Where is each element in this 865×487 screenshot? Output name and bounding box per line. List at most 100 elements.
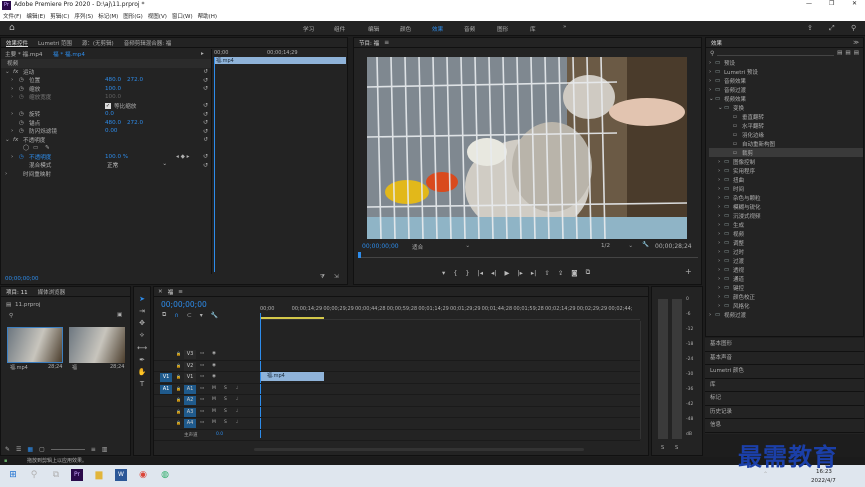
panel-markers[interactable]: 标记 xyxy=(705,392,864,406)
file-explorer-icon[interactable]: ▆ xyxy=(93,469,105,481)
lock-icon[interactable]: 🔒 xyxy=(176,374,181,382)
clock-date[interactable]: 2022/4/7 xyxy=(811,478,836,484)
reset-icon[interactable]: ↺ xyxy=(203,128,208,135)
track-name[interactable]: A4 xyxy=(184,419,196,428)
type-tool-icon[interactable]: T xyxy=(134,380,150,388)
microphone-icon[interactable]: ♩ xyxy=(236,386,238,394)
eye-icon[interactable]: ◉ xyxy=(212,351,216,359)
effects-tree-item[interactable]: › ▭ 视频过渡 xyxy=(709,310,863,319)
stopwatch-icon[interactable]: ◷ xyxy=(19,154,24,160)
premiere-taskbar-icon[interactable]: Pr xyxy=(71,469,83,481)
solo-button[interactable]: S xyxy=(224,386,227,394)
mini-playhead[interactable] xyxy=(214,57,215,272)
hand-tool-icon[interactable]: ✋ xyxy=(134,368,150,376)
ec-timecode[interactable]: 00;00;00;00 xyxy=(5,276,39,282)
panel-lumetri-color[interactable]: Lumetri 颜色 xyxy=(705,365,864,379)
master-track[interactable]: 主声道 0.0 xyxy=(154,430,640,441)
effects-tree-item[interactable]: › ▭ 沉浸式视频 xyxy=(709,211,863,220)
chrome-icon[interactable]: ◉ xyxy=(137,469,149,481)
param-value[interactable]: 272.0 xyxy=(127,120,143,126)
effects-tree-item[interactable]: ⌄ ▭ 变换 xyxy=(709,103,863,112)
reset-icon[interactable]: ↺ xyxy=(203,69,208,75)
effects-tree-item[interactable]: › ▭ 风格化 xyxy=(709,301,863,310)
workspace-effects[interactable]: 效果 xyxy=(432,25,443,33)
pen-mask-icon[interactable]: ✎ xyxy=(45,145,50,151)
reset-icon[interactable]: ↺ xyxy=(203,77,208,84)
microphone-icon[interactable]: ♩ xyxy=(236,397,238,405)
timeline-hscroll[interactable] xyxy=(254,448,584,451)
zoom-slider[interactable] xyxy=(50,449,85,450)
audio-track[interactable]: 🔒▤A4▭MS♩ xyxy=(154,418,640,430)
effects-tree-item[interactable]: ▫ 羽化边缘 xyxy=(709,130,863,139)
reset-icon[interactable]: ↺ xyxy=(203,85,208,92)
effects-tree-item[interactable]: › ▭ 音频效果 xyxy=(709,76,863,85)
program-video-frame[interactable] xyxy=(367,57,687,239)
step-back-icon[interactable]: ◂| xyxy=(491,269,496,277)
32bit-effects-icon[interactable]: ▤ xyxy=(845,50,850,56)
search-icon[interactable]: ⚲ xyxy=(851,24,856,32)
close-icon[interactable]: ✕ xyxy=(154,289,163,295)
mute-button[interactable]: M xyxy=(212,386,216,394)
microphone-icon[interactable]: ♩ xyxy=(236,420,238,428)
lock-icon[interactable]: 🔒 xyxy=(176,386,181,394)
effects-tree-item[interactable]: › ▭ 视频 xyxy=(709,229,863,238)
project-item[interactable] xyxy=(7,327,63,363)
search-icon[interactable]: ⚲ xyxy=(9,313,13,319)
workspace-color[interactable]: 颜色 xyxy=(400,25,411,33)
program-timecode[interactable]: 00;00;00;00 xyxy=(362,243,399,250)
filter-icon[interactable]: ⧩ xyxy=(320,274,325,281)
audio-track[interactable]: 🔒▤A2▭MS♩ xyxy=(154,395,640,407)
ripple-edit-tool-icon[interactable]: ✥ xyxy=(134,319,150,327)
effects-tree-item[interactable]: › ▭ 透视 xyxy=(709,265,863,274)
effects-tree-item[interactable]: › ▭ 音频过渡 xyxy=(709,85,863,94)
timeline-vscroll[interactable] xyxy=(640,321,644,439)
quick-export-icon[interactable]: ⇪ xyxy=(807,24,813,32)
menu-clip[interactable]: 剪辑(C) xyxy=(50,12,69,20)
add-marker-icon[interactable]: ▾ xyxy=(200,312,203,319)
tab-effect-controls[interactable]: 效果控件 xyxy=(1,39,33,47)
snap-icon[interactable]: ∩ xyxy=(174,312,178,319)
track-target-icon[interactable]: ▭ xyxy=(200,386,204,394)
stopwatch-icon[interactable]: ◷ xyxy=(19,77,24,83)
effects-tree-item[interactable]: › ▭ 过渡 xyxy=(709,256,863,265)
toggle-track-output-icon[interactable]: ▭ xyxy=(200,351,204,359)
effects-tree-item[interactable]: › ▭ 生成 xyxy=(709,220,863,229)
slip-tool-icon[interactable]: ⟷ xyxy=(134,344,150,352)
solo-button[interactable]: S xyxy=(224,409,227,417)
param-value[interactable]: 272.0 xyxy=(127,77,143,83)
lift-icon[interactable]: ⇧ xyxy=(544,269,549,277)
menu-view[interactable]: 视图(V) xyxy=(148,12,167,20)
opacity-label[interactable]: 不透明度 xyxy=(23,136,45,144)
source-patch-target[interactable]: A1 xyxy=(160,384,172,394)
param-value[interactable]: 100.0 % xyxy=(105,154,128,160)
menu-icon[interactable]: ≡ xyxy=(384,39,389,46)
nest-icon[interactable]: ⧉ xyxy=(162,311,166,319)
word-icon[interactable]: W xyxy=(115,469,127,481)
panel-essential-sound[interactable]: 基本声音 xyxy=(705,352,864,365)
eye-icon[interactable]: ◉ xyxy=(212,374,216,382)
workspace-audio[interactable]: 音频 xyxy=(464,25,475,33)
tab-sequence[interactable]: 福 xyxy=(163,288,179,296)
rect-mask-icon[interactable]: ▭ xyxy=(33,145,38,151)
camera-icon[interactable]: ◙ xyxy=(571,269,577,277)
icon-view-icon[interactable]: ▦ xyxy=(27,446,33,453)
export-frame-icon[interactable]: ⇲ xyxy=(334,274,339,280)
menu-window[interactable]: 窗口(W) xyxy=(172,12,193,20)
go-to-out-icon[interactable]: ▸| xyxy=(531,269,536,277)
add-button-icon[interactable]: + xyxy=(685,267,692,276)
tab-audio-clip-mixer[interactable]: 音频剪辑混合器: 福 xyxy=(119,39,177,47)
video-track[interactable]: 🔒▤V2▭◉ xyxy=(154,361,640,372)
reset-icon[interactable]: ↺ xyxy=(203,119,208,126)
uniform-scale-checkbox[interactable]: ✓ xyxy=(105,102,111,109)
wrench-icon[interactable]: 🔧 xyxy=(642,242,649,248)
workspace-editing[interactable]: 编辑 xyxy=(368,25,379,33)
video-track[interactable]: 🔒▤V3▭◉ xyxy=(154,349,640,361)
track-name[interactable]: V3 xyxy=(184,350,196,359)
workspace-learn[interactable]: 学习 xyxy=(303,25,314,33)
param-value[interactable]: 100.0 xyxy=(105,86,121,92)
new-item-icon[interactable]: ▥ xyxy=(102,446,108,453)
param-value[interactable]: 0.0 xyxy=(105,111,114,117)
panel-essential-graphics[interactable]: 基本图形 xyxy=(705,338,864,352)
close-button[interactable]: ✕ xyxy=(852,0,857,7)
task-view-icon[interactable]: ⧉ xyxy=(50,469,62,481)
